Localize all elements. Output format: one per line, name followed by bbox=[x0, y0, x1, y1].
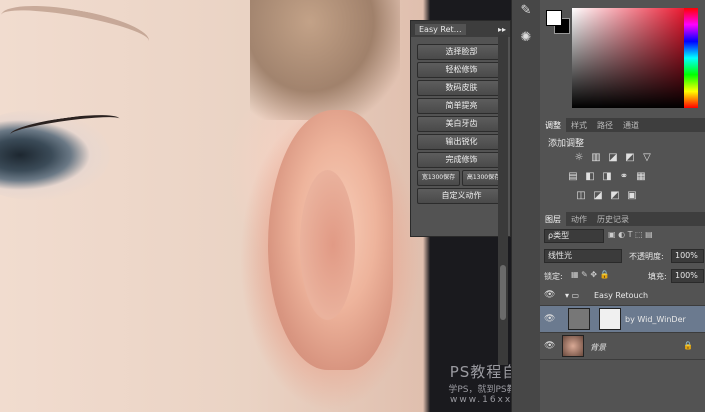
opacity-input[interactable]: 100% bbox=[671, 249, 704, 263]
panel-tab-easy-retouch[interactable]: Easy Ret… bbox=[415, 23, 466, 35]
exposure-icon[interactable]: ◩ bbox=[624, 152, 636, 164]
ear-inner-region bbox=[300, 170, 355, 320]
action-button-custom-action[interactable]: 自定义动作 bbox=[417, 188, 506, 204]
group-expand-icon[interactable]: ▾ ▭ bbox=[565, 291, 579, 300]
lock-icons[interactable]: ▦ ✎ ✥ 🔒 bbox=[571, 270, 610, 279]
action-button-select-face[interactable]: 选择脸部 bbox=[417, 44, 506, 60]
action-button-digital-skin[interactable]: 数码皮肤 bbox=[417, 80, 506, 96]
action-button-output-sharpen[interactable]: 输出锐化 bbox=[417, 134, 506, 150]
action-button-finish-retouch[interactable]: 完成修饰 bbox=[417, 152, 506, 168]
adjust-icons-row-1: ☼ ▥ ◪ ◩ ▽ bbox=[573, 152, 653, 164]
panel-tab-bar: Easy Ret… ▸▸ bbox=[411, 21, 510, 37]
panel-menu-icon[interactable]: ▸▸ bbox=[498, 25, 506, 34]
tab-styles[interactable]: 样式 bbox=[566, 118, 592, 132]
threshold-icon[interactable]: ◩ bbox=[609, 190, 621, 202]
layer-filter-icons[interactable]: ▣ ◐ T ⬚ ▤ bbox=[608, 230, 653, 239]
background-thumbnail bbox=[562, 335, 584, 357]
eyebrow-region bbox=[0, 0, 152, 59]
hue-saturation-icon[interactable]: ▤ bbox=[567, 171, 579, 183]
curves-icon[interactable]: ◪ bbox=[607, 152, 619, 164]
action-button-width-save[interactable]: 宽1300保存 bbox=[417, 170, 460, 186]
add-adjustment-title: 添加调整 bbox=[548, 139, 585, 149]
opacity-label: 不透明度: bbox=[629, 252, 664, 261]
black-white-icon[interactable]: ◨ bbox=[601, 171, 613, 183]
tab-actions[interactable]: 动作 bbox=[566, 212, 592, 226]
panel-icon-strip: ✎ ✺ bbox=[511, 0, 541, 412]
visibility-eye-icon[interactable]: 👁 bbox=[544, 290, 555, 300]
adjust-tab-bar: 调整 样式 路径 通道 bbox=[540, 118, 705, 132]
hair-region bbox=[250, 0, 400, 120]
action-button-whiten-teeth[interactable]: 美白牙齿 bbox=[417, 116, 506, 132]
fill-label: 填充: bbox=[648, 272, 667, 281]
easy-retouch-panel: Easy Ret… ▸▸ 选择脸部 轻松修饰 数码皮肤 简单提亮 美白牙齿 输出… bbox=[410, 20, 511, 237]
fill-input[interactable]: 100% bbox=[671, 269, 704, 283]
tab-layers[interactable]: 图层 bbox=[540, 212, 566, 226]
blend-mode-select[interactable]: 线性光 bbox=[544, 249, 622, 263]
visibility-eye-icon[interactable]: 👁 bbox=[544, 341, 555, 351]
posterize-icon[interactable]: ◪ bbox=[592, 190, 604, 202]
levels-icon[interactable]: ▥ bbox=[590, 152, 602, 164]
color-lookup-icon[interactable]: ▦ bbox=[635, 171, 647, 183]
tab-paths[interactable]: 路径 bbox=[592, 118, 618, 132]
layer-filter-kind[interactable]: ρ类型 bbox=[544, 229, 604, 243]
layer-background[interactable]: 👁 背景 🔒 bbox=[540, 333, 705, 360]
invert-icon[interactable]: ◫ bbox=[575, 190, 587, 202]
color-balance-icon[interactable]: ◧ bbox=[584, 171, 596, 183]
photo-filter-icon[interactable]: ⚭ bbox=[618, 171, 630, 183]
lock-label: 锁定: bbox=[544, 272, 563, 281]
visibility-eye-icon[interactable]: 👁 bbox=[544, 314, 555, 324]
lock-icon: 🔒 bbox=[683, 341, 693, 350]
layer-name: by Wid_WinDer bbox=[625, 315, 686, 324]
tab-history[interactable]: 历史记录 bbox=[592, 212, 634, 226]
layer-group-easy-retouch[interactable]: 👁 ▾ ▭ Easy Retouch bbox=[540, 287, 705, 306]
layer-thumbnail bbox=[568, 308, 590, 330]
brush-settings-icon[interactable]: ✎ bbox=[518, 3, 534, 19]
layer-mask-thumbnail bbox=[599, 308, 621, 330]
background-layer-name: 背景 bbox=[590, 343, 606, 352]
tab-channels[interactable]: 通道 bbox=[618, 118, 644, 132]
adjust-icons-row-3: ◫ ◪ ◩ ▣ bbox=[575, 190, 638, 202]
tab-adjustments[interactable]: 调整 bbox=[540, 118, 566, 132]
color-picker-field[interactable] bbox=[572, 8, 697, 108]
hue-slider[interactable] bbox=[684, 8, 698, 108]
adjust-icons-row-2: ▤ ◧ ◨ ⚭ ▦ bbox=[567, 171, 647, 183]
vibrance-icon[interactable]: ▽ bbox=[641, 152, 653, 164]
gradient-map-icon[interactable]: ▣ bbox=[626, 190, 638, 202]
action-button-easy-retouch[interactable]: 轻松修饰 bbox=[417, 62, 506, 78]
action-button-simple-brighten[interactable]: 简单提亮 bbox=[417, 98, 506, 114]
foreground-color-swatch[interactable] bbox=[546, 10, 562, 26]
layers-tab-bar: 图层 动作 历史记录 bbox=[540, 212, 705, 226]
layer-by-wid-winder[interactable]: 👁 by Wid_WinDer bbox=[540, 306, 705, 333]
brightness-icon[interactable]: ☼ bbox=[573, 152, 585, 164]
group-name: Easy Retouch bbox=[594, 291, 649, 300]
scrollbar-thumb[interactable] bbox=[500, 265, 506, 320]
panel-scrollbar[interactable] bbox=[498, 35, 508, 365]
actions-icon[interactable]: ✺ bbox=[518, 30, 534, 46]
